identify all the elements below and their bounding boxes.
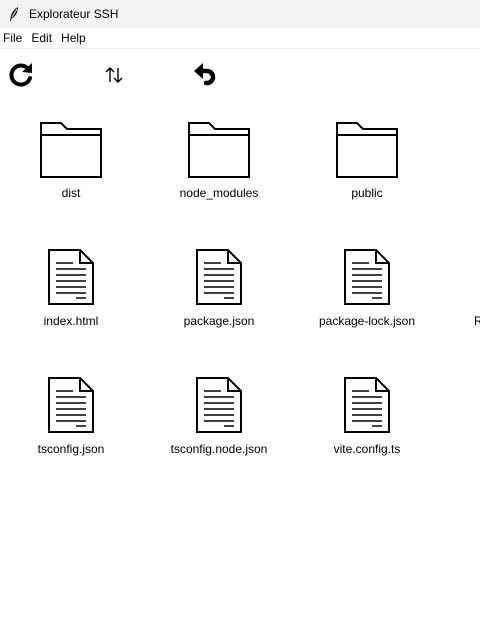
file-label: node_modules [179, 186, 259, 200]
sort-button[interactable] [97, 58, 131, 92]
menu-file[interactable]: File [0, 31, 27, 45]
file-item-package-json[interactable]: package.json [154, 238, 284, 348]
file-icon [343, 238, 391, 306]
file-item-tsconfig-json[interactable]: tsconfig.json [6, 366, 136, 476]
file-icon [343, 366, 391, 434]
sort-icon [105, 67, 123, 83]
back-icon [194, 63, 216, 86]
feather-icon [10, 7, 18, 21]
file-icon [195, 238, 243, 306]
file-label: package-lock.json [318, 314, 416, 328]
toolbar [0, 58, 480, 92]
refresh-button[interactable] [4, 58, 38, 92]
file-item-partial[interactable]: R [474, 238, 480, 348]
folder-icon [187, 110, 251, 178]
file-item-dist[interactable]: dist [6, 110, 136, 220]
file-icon [474, 238, 480, 306]
file-label: tsconfig.json [37, 442, 105, 456]
file-label: index.html [43, 314, 99, 328]
file-label: public [351, 186, 383, 200]
menu-edit[interactable]: Edit [27, 31, 57, 45]
file-item-tsconfig-node-json[interactable]: tsconfig.node.json [154, 366, 284, 476]
file-item-index-html[interactable]: index.html [6, 238, 136, 348]
title-bar: Explorateur SSH [0, 0, 480, 28]
file-icon [195, 366, 243, 434]
menu-bar: File Edit Help [0, 28, 480, 49]
back-button[interactable] [188, 58, 222, 92]
window-title: Explorateur SSH [29, 7, 119, 21]
file-icon [47, 366, 95, 434]
file-item-package-lock-json[interactable]: package-lock.json [302, 238, 432, 348]
file-icon [47, 238, 95, 306]
menu-help[interactable]: Help [57, 31, 91, 45]
file-label: R [474, 314, 480, 328]
file-label: tsconfig.node.json [170, 442, 268, 456]
refresh-icon [9, 63, 32, 87]
folder-icon [39, 110, 103, 178]
file-label: dist [61, 186, 81, 200]
file-item-public[interactable]: public [302, 110, 432, 220]
file-item-node-modules[interactable]: node_modules [154, 110, 284, 220]
folder-icon [335, 110, 399, 178]
file-label: vite.config.ts [333, 442, 401, 456]
file-label: package.json [183, 314, 255, 328]
file-item-vite-config-ts[interactable]: vite.config.ts [302, 366, 432, 476]
